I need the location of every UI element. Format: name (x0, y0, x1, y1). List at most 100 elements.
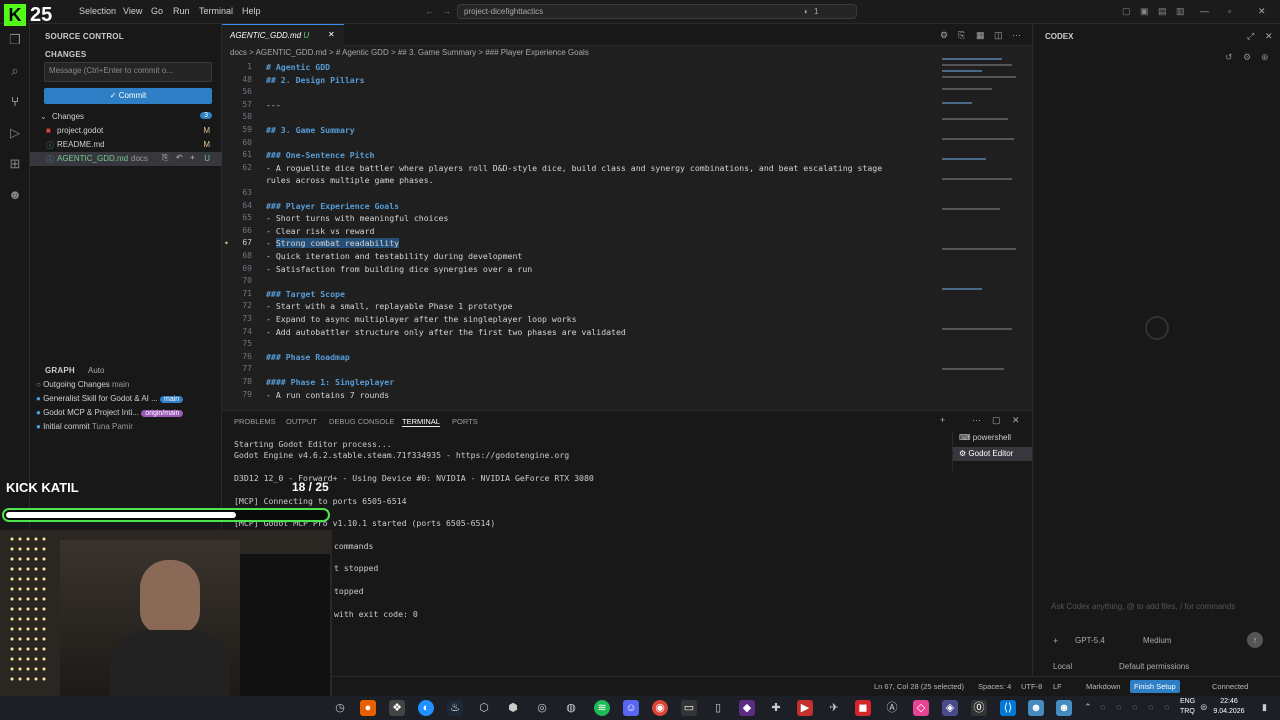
code-line[interactable]: ### One-Sentence Pitch (266, 150, 374, 160)
lightbulb-icon[interactable]: ✦ (224, 238, 229, 247)
stage-plus-icon[interactable]: + (190, 153, 195, 162)
extensions-icon[interactable]: ⊞ (7, 156, 23, 172)
menu-go[interactable]: Go (151, 6, 163, 16)
split-editor-icon[interactable]: ◫ (994, 30, 1003, 41)
changed-file-row-selected[interactable]: ⓘ AGENTIC_GDD.md docs ⎘ ↶ + U (30, 152, 222, 166)
app-icon[interactable]: ✚ (768, 700, 784, 716)
app-icon[interactable]: ◐ (418, 700, 434, 716)
terminal-godot-editor[interactable]: ⚙ Godot Editor (953, 447, 1033, 461)
code-line[interactable]: ### Target Scope (266, 289, 345, 299)
commit-button[interactable]: ✓ Commit (44, 88, 212, 104)
changes-group[interactable]: ⌄ Changes 3 (30, 110, 222, 124)
app-icon[interactable]: ⓪ (971, 700, 987, 716)
graph-entry[interactable]: ● Godot MCP & Project Inti... origin/mai… (36, 408, 184, 417)
notifications-icon[interactable]: ▮ (1262, 702, 1267, 713)
code-line[interactable]: rules across multiple game phases. (266, 175, 434, 185)
app-icon[interactable]: ◎ (534, 700, 550, 716)
codex-settings-icon[interactable]: ⚙ (1243, 52, 1251, 63)
open-file-icon[interactable]: ⎘ (162, 153, 168, 163)
menu-help[interactable]: Help (242, 6, 261, 16)
input-region[interactable]: TRQ (1180, 708, 1195, 715)
expand-icon[interactable]: ⤢ (1247, 31, 1254, 42)
end-of-line[interactable]: LF (1053, 682, 1062, 691)
mode-select[interactable]: Local (1053, 662, 1072, 671)
changed-file-row[interactable]: ■ project.godot M (30, 124, 222, 138)
minimap[interactable] (940, 58, 1020, 408)
layout-icon[interactable]: ▢ (1122, 6, 1131, 17)
sidebar-toggle-icon[interactable]: ▣ (1140, 6, 1149, 17)
godot-app-icon[interactable]: ☻ (1056, 700, 1072, 716)
steam-icon[interactable]: ♨ (447, 700, 463, 716)
code-line[interactable]: - Satisfaction from building dice synerg… (266, 264, 532, 274)
source-control-icon[interactable]: ⑂ (7, 94, 23, 110)
model-select[interactable]: GPT-5.4 (1075, 636, 1105, 645)
app-icon[interactable]: ◼ (855, 700, 871, 716)
app-icon[interactable]: Ⓐ (884, 700, 900, 716)
commit-message-input[interactable]: Message (Ctrl+Enter to commit o... (44, 62, 212, 82)
aux-bar-toggle-icon[interactable]: ▥ (1176, 6, 1185, 17)
open-changes-icon[interactable]: ⎘ (958, 30, 965, 41)
code-line[interactable]: - Clear risk vs reward (266, 226, 374, 236)
graph-header[interactable]: GRAPH (45, 366, 75, 375)
menu-terminal[interactable]: Terminal (199, 6, 233, 16)
history-icon[interactable]: ↺ (1225, 52, 1233, 63)
graph-auto-label[interactable]: Auto (88, 366, 104, 375)
forward-arrow-icon[interactable]: → (442, 6, 451, 16)
app-icon[interactable]: ✈ (826, 700, 842, 716)
clock-app-icon[interactable]: ◷ (332, 700, 348, 716)
panel-tab-ports[interactable]: PORTS (452, 417, 478, 426)
new-terminal-icon[interactable]: + (940, 415, 945, 425)
code-line[interactable]: ## 3. Game Summary (266, 125, 355, 135)
minimize-icon[interactable]: — (1200, 6, 1209, 16)
spotify-icon[interactable]: ≋ (594, 700, 610, 716)
vscode-icon[interactable]: ⟨⟩ (1000, 700, 1016, 716)
app-icon[interactable]: ▶ (797, 700, 813, 716)
tray-icon[interactable]: ◌ (1148, 702, 1153, 712)
code-line[interactable]: # Agentic GDD (266, 62, 330, 72)
app-icon[interactable]: ❖ (389, 700, 405, 716)
discard-icon[interactable]: ↶ (176, 153, 183, 162)
code-line[interactable]: ### Phase Roadmap (266, 352, 350, 362)
panel-tab-output[interactable]: OUTPUT (286, 417, 317, 426)
code-line[interactable]: - A run contains 7 rounds (266, 390, 389, 400)
tray-chevron-icon[interactable]: ⌃ (1084, 702, 1092, 713)
connection-status[interactable]: Connected (1212, 682, 1248, 691)
search-icon[interactable]: ⌕ (7, 63, 23, 79)
kill-terminal-icon[interactable]: ⋯ (972, 415, 981, 426)
app-icon[interactable]: ◇ (913, 700, 929, 716)
graph-entry[interactable]: ○ Outgoing Changes main (36, 380, 129, 389)
encoding[interactable]: UTF-8 (1021, 682, 1042, 691)
code-line[interactable]: ### Player Experience Goals (266, 201, 399, 211)
close-tab-icon[interactable]: ✕ (328, 30, 335, 39)
tray-icon[interactable]: ◌ (1132, 702, 1137, 712)
back-arrow-icon[interactable]: ← (425, 6, 434, 16)
code-line[interactable]: #### Phase 1: Singleplayer (266, 377, 394, 387)
preview-icon[interactable]: ▦ (976, 30, 985, 41)
discord-icon[interactable]: ☺ (623, 700, 639, 716)
chrome-icon[interactable]: ◉ (652, 700, 668, 716)
code-line[interactable]: - Expand to async multiplayer after the … (266, 314, 577, 324)
code-line[interactable]: - Start with a small, replayable Phase 1… (266, 301, 512, 311)
cursor-position[interactable]: Ln 67, Col 28 (25 selected) (874, 682, 964, 691)
code-line[interactable]: --- (266, 100, 281, 110)
tray-icon[interactable]: ◌ (1100, 702, 1105, 712)
app-icon[interactable]: ⬡ (476, 700, 492, 716)
close-window-icon[interactable]: ✕ (1258, 6, 1266, 17)
panel-tab-terminal[interactable]: TERMINAL (402, 417, 440, 427)
graph-entry[interactable]: ● Generalist Skill for Godot & AI ... ma… (36, 394, 184, 403)
panel-tab-problems[interactable]: PROBLEMS (234, 417, 276, 426)
codex-prompt-input[interactable]: Ask Codex anything, @ to add files, / fo… (1051, 602, 1235, 611)
run-debug-icon[interactable]: ▷ (7, 125, 23, 141)
godot-icon[interactable]: ☻ (7, 187, 23, 203)
clock-date[interactable]: 9.04.2026 (1206, 708, 1252, 715)
new-chat-icon[interactable]: ⊕ (1261, 52, 1269, 63)
clock-time[interactable]: 22:46 (1214, 698, 1244, 705)
command-center[interactable]: project-dicefighttactics ◐ 1 (457, 4, 857, 19)
language-mode[interactable]: Markdown (1086, 682, 1121, 691)
breadcrumb[interactable]: docs > AGENTIC_GDD.md > # Agentic GDD > … (230, 48, 589, 57)
menu-run[interactable]: Run (173, 6, 190, 16)
code-line[interactable]: - Short turns with meaningful choices (266, 213, 448, 223)
tab-agentic-gdd[interactable]: AGENTIC_GDD.md U ✕ (222, 24, 344, 46)
changes-header[interactable]: CHANGES (45, 50, 86, 59)
input-language[interactable]: ENG (1180, 698, 1195, 705)
